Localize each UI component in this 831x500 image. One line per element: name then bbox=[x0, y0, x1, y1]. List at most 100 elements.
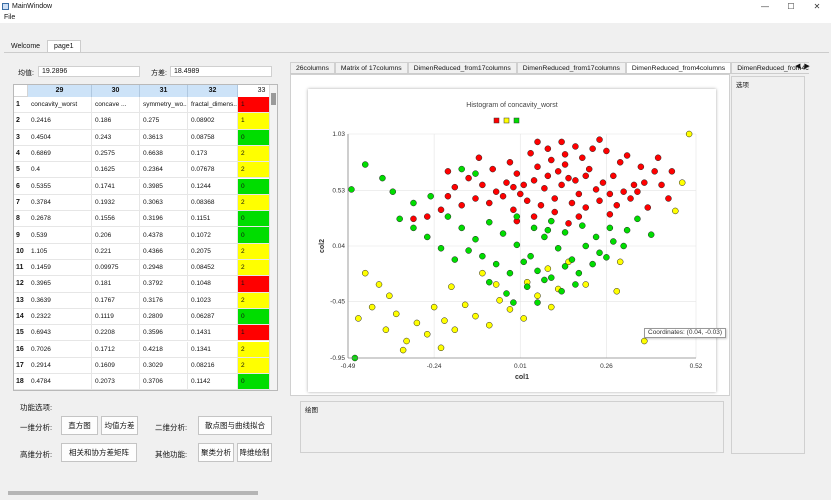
table-cell[interactable]: fractal_dimens... bbox=[188, 97, 238, 114]
tab-scroll-right[interactable]: ▶ bbox=[804, 62, 809, 70]
table-cell[interactable]: 0.2914 bbox=[28, 357, 92, 375]
table-cell[interactable]: 0.3706 bbox=[140, 374, 188, 390]
table-cell[interactable]: 0.3965 bbox=[28, 276, 92, 293]
mean-variance-button[interactable]: 均值方差 bbox=[101, 416, 138, 435]
table-cell[interactable]: 0.08216 bbox=[188, 357, 238, 375]
maximize-button[interactable]: ☐ bbox=[785, 2, 797, 11]
row-header[interactable]: 1 bbox=[14, 97, 28, 114]
table-cell[interactable]: 0.1431 bbox=[188, 325, 238, 342]
table-cell[interactable]: 0.2322 bbox=[28, 308, 92, 326]
menu-file[interactable]: File bbox=[4, 14, 15, 21]
table-cell[interactable]: 0.2809 bbox=[140, 308, 188, 326]
table-cell[interactable]: 0.4 bbox=[28, 162, 92, 179]
column-header[interactable]: 29 bbox=[28, 85, 92, 97]
table-cell[interactable]: 0.1712 bbox=[92, 341, 140, 358]
table-cell[interactable]: 0.3029 bbox=[140, 357, 188, 375]
row-header[interactable]: 17 bbox=[14, 358, 28, 375]
row-header[interactable]: 12 bbox=[14, 276, 28, 293]
table-cell[interactable]: 0.3639 bbox=[28, 292, 92, 309]
row-header[interactable]: 2 bbox=[14, 113, 28, 130]
row-header[interactable]: 14 bbox=[14, 309, 28, 326]
table-cell[interactable]: 0.3792 bbox=[140, 276, 188, 293]
table-cell[interactable]: 0.1609 bbox=[92, 357, 140, 375]
table-cell[interactable]: symmetry_wo... bbox=[140, 97, 188, 114]
scroll-thumb[interactable] bbox=[271, 93, 276, 105]
table-cell[interactable]: 0.08368 bbox=[188, 194, 238, 212]
table-cell[interactable]: 0.1142 bbox=[188, 374, 238, 390]
table-cell[interactable]: 0.173 bbox=[188, 145, 238, 163]
tab-page1[interactable]: page1 bbox=[47, 40, 81, 52]
table-scrollbar[interactable] bbox=[269, 85, 277, 390]
table-cell[interactable]: 0.3196 bbox=[140, 211, 188, 228]
table-cell[interactable]: 0.1341 bbox=[188, 341, 238, 358]
plot-tab[interactable]: DimenReduced_from4columns bbox=[625, 62, 732, 73]
table-cell[interactable]: 0.186 bbox=[92, 113, 140, 130]
plot-tab[interactable]: Matrix of 17columns bbox=[334, 62, 408, 73]
table-cell[interactable]: 0.243 bbox=[92, 129, 140, 146]
table-cell[interactable]: 0.6638 bbox=[140, 145, 188, 163]
table-cell[interactable]: 0.4218 bbox=[140, 341, 188, 358]
data-table[interactable]: 29 30 31 32 33 1 concavity_worst concave ... sym… bbox=[13, 84, 278, 391]
table-cell[interactable]: 0.1023 bbox=[188, 292, 238, 309]
table-cell[interactable]: 0.2678 bbox=[28, 211, 92, 228]
table-cell[interactable]: 0.1556 bbox=[92, 211, 140, 228]
table-cell[interactable]: 0.3985 bbox=[140, 178, 188, 195]
histogram-button[interactable]: 直方图 bbox=[61, 416, 98, 435]
row-header[interactable]: 13 bbox=[14, 293, 28, 309]
table-cell[interactable]: 1.105 bbox=[28, 243, 92, 260]
row-header[interactable]: 18 bbox=[14, 374, 28, 390]
variance-field[interactable]: 18.4989 bbox=[170, 66, 272, 77]
table-cell[interactable]: 0.3784 bbox=[28, 194, 92, 212]
row-header[interactable]: 10 bbox=[14, 244, 28, 260]
mean-field[interactable]: 19.2896 bbox=[38, 66, 140, 77]
table-cell[interactable]: 0.2073 bbox=[92, 374, 140, 390]
row-header[interactable]: 9 bbox=[14, 227, 28, 244]
table-cell[interactable]: 0.2948 bbox=[140, 260, 188, 277]
table-cell[interactable]: 0.2075 bbox=[188, 243, 238, 260]
tab-welcome[interactable]: Welcome bbox=[4, 40, 47, 52]
table-cell[interactable]: 0.1119 bbox=[92, 308, 140, 326]
table-cell[interactable]: 0.1072 bbox=[188, 227, 238, 244]
table-cell[interactable]: 0.2416 bbox=[28, 113, 92, 130]
table-cell[interactable]: 0.1244 bbox=[188, 178, 238, 195]
column-header[interactable]: 32 bbox=[188, 85, 238, 97]
table-cell[interactable]: 0.221 bbox=[92, 243, 140, 260]
table-cell[interactable]: 0.07678 bbox=[188, 162, 238, 179]
table-cell[interactable]: 0.5355 bbox=[28, 178, 92, 195]
table-cell[interactable]: 0.3063 bbox=[140, 194, 188, 212]
column-header[interactable]: 31 bbox=[140, 85, 188, 97]
row-header[interactable]: 11 bbox=[14, 260, 28, 277]
table-cell[interactable]: 0.09975 bbox=[92, 260, 140, 277]
table-cell[interactable]: 0.1151 bbox=[188, 211, 238, 228]
tab-scroll-left[interactable]: ◀ bbox=[795, 62, 800, 70]
table-cell[interactable]: 0.539 bbox=[28, 227, 92, 244]
scatter-fit-button[interactable]: 散点图与曲线拟合 bbox=[198, 416, 272, 435]
table-cell[interactable]: 0.1459 bbox=[28, 260, 92, 277]
table-cell[interactable]: 0.206 bbox=[92, 227, 140, 244]
table-cell[interactable]: 0.1932 bbox=[92, 194, 140, 212]
dimred-button[interactable]: 降维绘制 bbox=[237, 443, 272, 462]
table-cell[interactable]: 0.1048 bbox=[188, 276, 238, 293]
table-cell[interactable]: 0.3613 bbox=[140, 129, 188, 146]
table-cell[interactable]: 0.2364 bbox=[140, 162, 188, 179]
table-cell[interactable]: 0.1625 bbox=[92, 162, 140, 179]
scatter-chart[interactable]: Histogram of concavity_worst -0.49 -0.24 0.… bbox=[308, 89, 716, 392]
table-cell[interactable]: 0.3596 bbox=[140, 325, 188, 342]
table-cell[interactable]: 0.2575 bbox=[92, 145, 140, 163]
table-cell[interactable]: 0.6943 bbox=[28, 325, 92, 342]
plot-tab[interactable]: 26columns bbox=[290, 62, 335, 73]
table-cell[interactable]: 0.2208 bbox=[92, 325, 140, 342]
close-button[interactable]: ✕ bbox=[811, 2, 823, 11]
row-header[interactable]: 8 bbox=[14, 211, 28, 228]
table-corner[interactable] bbox=[14, 85, 28, 97]
table-cell[interactable]: 0.6869 bbox=[28, 145, 92, 163]
horizontal-scroll-thumb[interactable] bbox=[8, 491, 258, 495]
table-cell[interactable]: 0.4784 bbox=[28, 374, 92, 390]
table-cell[interactable]: 0.3176 bbox=[140, 292, 188, 309]
table-cell[interactable]: concave ... bbox=[92, 97, 140, 114]
table-cell[interactable]: 0.08902 bbox=[188, 113, 238, 130]
table-cell[interactable]: 0.08452 bbox=[188, 260, 238, 277]
row-header[interactable]: 15 bbox=[14, 325, 28, 342]
chart-view[interactable]: Histogram of concavity_worst -0.49 -0.24 0.… bbox=[308, 89, 716, 392]
row-header[interactable]: 4 bbox=[14, 146, 28, 163]
